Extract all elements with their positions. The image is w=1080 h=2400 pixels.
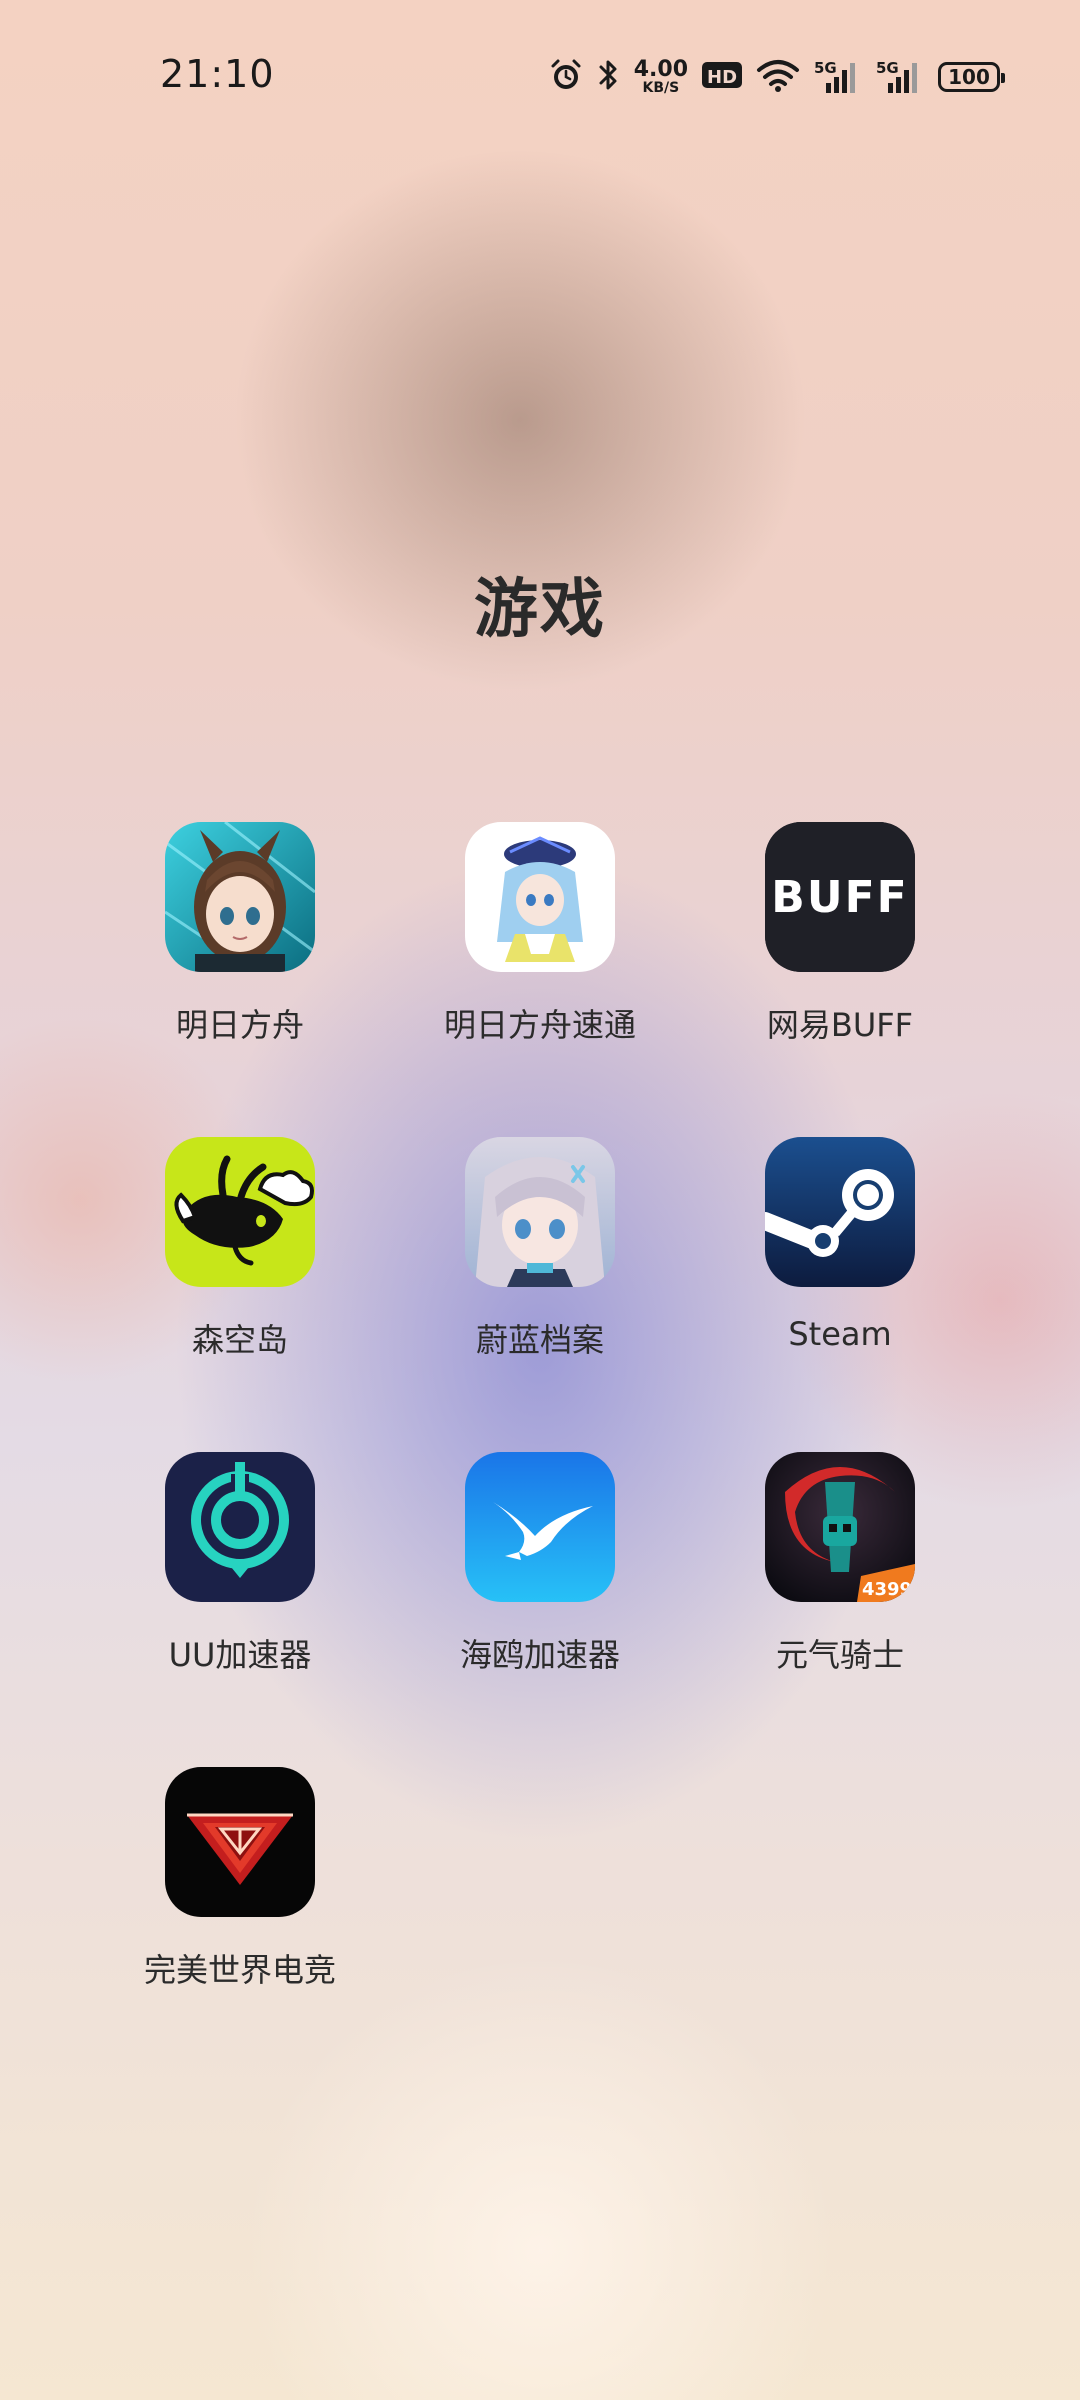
app-label: 海鸥加速器 <box>459 1636 620 1674</box>
app-label: UU加速器 <box>168 1636 312 1674</box>
network-speed-unit: KB/S <box>642 80 680 96</box>
battery-icon: 100 <box>938 62 1005 92</box>
seagull-accelerator-icon[interactable] <box>465 1452 615 1602</box>
folder-title[interactable]: 游戏 <box>0 558 1080 650</box>
app-arknights[interactable]: 明日方舟 <box>85 822 345 1082</box>
home-screen-folder-view: 21:10 4.00 KB/S HD 5G 5G 100 游戏 明日方舟 明日方… <box>0 0 1080 2400</box>
app-label: 完美世界电竞 <box>143 1951 336 1989</box>
buff-icon[interactable]: BUFF <box>765 822 915 972</box>
hd-icon: HD <box>702 60 742 94</box>
steam-icon[interactable] <box>765 1137 915 1287</box>
app-steam[interactable]: Steam <box>685 1137 945 1397</box>
alarm-icon <box>548 57 584 97</box>
perfect-world-esports-icon[interactable] <box>165 1767 315 1917</box>
app-seagull-accelerator[interactable]: 海鸥加速器 <box>385 1452 645 1712</box>
wifi-icon <box>756 58 800 96</box>
soul-knight-icon[interactable]: 4399 <box>765 1452 915 1602</box>
network-speed-value: 4.00 <box>633 57 688 82</box>
network-speed: 4.00 KB/S <box>633 57 688 96</box>
hd-badge-text: HD <box>707 67 737 88</box>
app-uu-accelerator[interactable]: UU加速器 <box>85 1452 345 1712</box>
app-arknights-speedrun[interactable]: 明日方舟速通 <box>385 822 645 1082</box>
uu-accelerator-icon[interactable] <box>165 1452 315 1602</box>
app-label: Steam <box>788 1315 892 1353</box>
app-skland[interactable]: 森空岛 <box>85 1137 345 1397</box>
blue-archive-icon[interactable] <box>465 1137 615 1287</box>
signal-icon-2: 5G <box>876 59 924 95</box>
bluetooth-icon <box>598 57 620 97</box>
skland-icon[interactable] <box>165 1137 315 1287</box>
app-netease-buff[interactable]: BUFF 网易BUFF <box>685 822 945 1082</box>
app-label: 蔚蓝档案 <box>475 1321 604 1359</box>
status-icons: 4.00 KB/S HD 5G 5G 100 <box>548 52 1005 102</box>
app-soul-knight[interactable]: 4399 元气骑士 <box>685 1452 945 1712</box>
status-bar: 21:10 4.00 KB/S HD 5G 5G 100 <box>0 0 1080 160</box>
status-time: 21:10 <box>160 52 275 96</box>
app-label: 元气骑士 <box>775 1636 904 1674</box>
app-label: 森空岛 <box>191 1321 288 1359</box>
arknights-icon[interactable] <box>165 822 315 972</box>
signal-icon-1: 5G <box>814 59 862 95</box>
arknights-speedrun-icon[interactable] <box>465 822 615 972</box>
app-label: 明日方舟 <box>175 1006 304 1044</box>
buff-icon-text: BUFF <box>771 872 908 923</box>
app-perfect-world-esports[interactable]: 完美世界电竞 <box>85 1767 345 2027</box>
4399-badge: 4399 <box>862 1579 912 1600</box>
app-label: 明日方舟速通 <box>443 1006 636 1044</box>
app-label: 网易BUFF <box>766 1006 914 1044</box>
app-blue-archive[interactable]: 蔚蓝档案 <box>385 1137 645 1397</box>
